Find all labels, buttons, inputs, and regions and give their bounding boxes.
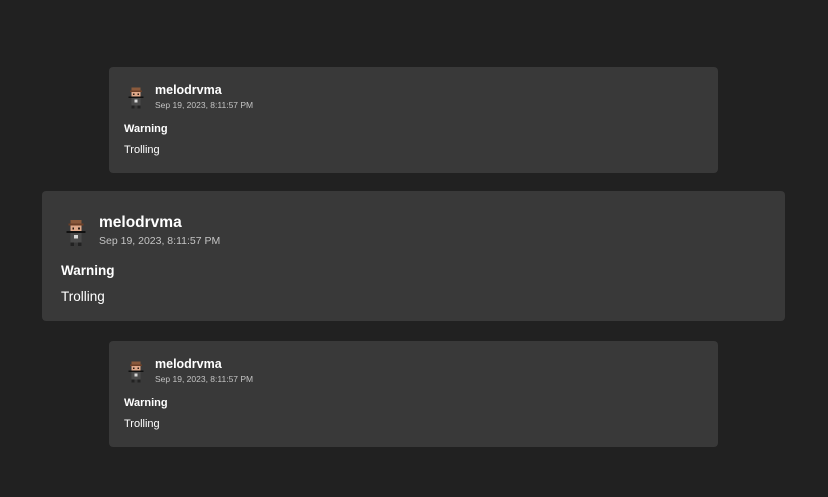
pixel-avatar-icon: [128, 87, 144, 109]
warning-reason: Trolling: [124, 418, 160, 430]
card-header: melodrvma Sep 19, 2023, 8:11:57 PM: [124, 83, 703, 111]
username[interactable]: melodrvma: [155, 83, 253, 98]
warning-card: melodrvma Sep 19, 2023, 8:11:57 PM Warni…: [42, 191, 785, 321]
timestamp: Sep 19, 2023, 8:11:57 PM: [155, 100, 254, 110]
pixel-avatar-icon: [66, 219, 86, 246]
warning-reason: Trolling: [61, 289, 105, 304]
warning-card: melodrvma Sep 19, 2023, 8:11:57 PM Warni…: [109, 341, 718, 447]
card-meta: melodrvma Sep 19, 2023, 8:11:57 PM: [99, 213, 220, 248]
card-meta: melodrvma Sep 19, 2023, 8:11:57 PM: [155, 83, 253, 111]
warning-title: Warning: [61, 263, 115, 278]
warning-reason: Trolling: [124, 144, 160, 156]
warnings-view: melodrvma Sep 19, 2023, 8:11:57 PM Warni…: [0, 0, 828, 497]
pixel-avatar-icon: [128, 361, 144, 383]
timestamp: Sep 19, 2023, 8:11:57 PM: [155, 374, 254, 384]
warning-title: Warning: [124, 397, 168, 409]
card-meta: melodrvma Sep 19, 2023, 8:11:57 PM: [155, 357, 253, 385]
username[interactable]: melodrvma: [155, 357, 253, 372]
card-header: melodrvma Sep 19, 2023, 8:11:57 PM: [61, 213, 766, 248]
timestamp: Sep 19, 2023, 8:11:57 PM: [99, 235, 221, 247]
username[interactable]: melodrvma: [99, 213, 220, 232]
card-header: melodrvma Sep 19, 2023, 8:11:57 PM: [124, 357, 703, 385]
warning-card: melodrvma Sep 19, 2023, 8:11:57 PM Warni…: [109, 67, 718, 173]
warning-title: Warning: [124, 123, 168, 135]
